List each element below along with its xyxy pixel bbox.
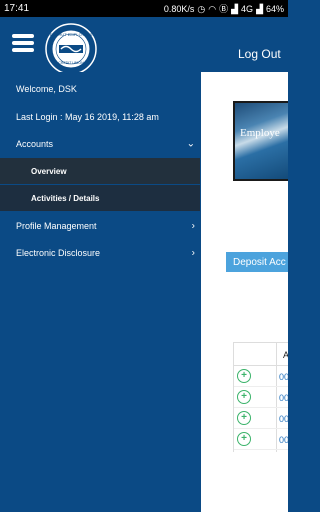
welcome-text: Welcome, DSK <box>16 84 77 94</box>
table-row: + 00 <box>234 366 288 387</box>
chevron-right-icon: › <box>191 247 195 259</box>
sidebar-item-electronic-disclosure[interactable]: Electronic Disclosure › <box>0 243 200 263</box>
status-icons: 0.80K/s ◷ ◠ Ⓑ ▟ 4G ▟ 64% <box>164 4 284 14</box>
svg-text:CREDIT UNION: CREDIT UNION <box>58 61 84 65</box>
battery-level: 64% <box>265 3 284 14</box>
last-login-text: Last Login : May 16 2019, 11:28 am <box>16 112 159 122</box>
clock: 17:41 <box>4 3 30 14</box>
sidebar-item-label: Accounts <box>16 139 54 149</box>
sidebar-item-profile-management[interactable]: Profile Management › <box>0 216 200 236</box>
expand-plus-icon[interactable]: + <box>237 390 251 404</box>
clock-icon: ◷ <box>197 3 206 14</box>
sidebar-item-label: Overview <box>31 166 67 176</box>
sidebar-item-label: Electronic Disclosure <box>16 248 101 258</box>
menu-icon[interactable] <box>12 34 34 52</box>
chevron-down-icon: ⌄ <box>186 138 195 150</box>
account-number-link[interactable]: 00 <box>276 366 288 387</box>
table-row: + 00 <box>234 429 288 450</box>
account-number-link[interactable]: 00 <box>276 429 288 450</box>
content-panel: Employe Deposit Acc Ac + 00 + 00 + 00 <box>200 72 288 512</box>
app-root: 17:41 0.80K/s ◷ ◠ Ⓑ ▟ 4G ▟ 64% E.C. HUT … <box>0 0 288 512</box>
table-header: Ac <box>234 342 288 367</box>
network-type: 4G <box>241 3 254 14</box>
app-header: E.C. HUT EMPLOYEES CREDIT UNION Log Out <box>0 17 288 75</box>
signal-icon-2: ▟ <box>256 3 263 14</box>
sidebar-item-activities[interactable]: Activities / Details <box>0 185 200 211</box>
sidebar-item-label: Profile Management <box>16 221 97 231</box>
chevron-right-icon: › <box>191 220 195 232</box>
side-drawer: Welcome, DSK Last Login : May 16 2019, 1… <box>0 72 200 512</box>
mute-icon: Ⓑ <box>219 3 229 14</box>
accounts-table: Ac + 00 + 00 + 00 + 00 <box>233 342 288 452</box>
deposit-accounts-header: Deposit Acc <box>226 252 288 272</box>
account-number-link[interactable]: 00 <box>276 408 288 429</box>
status-bar: 17:41 0.80K/s ◷ ◠ Ⓑ ▟ 4G ▟ 64% <box>0 0 288 17</box>
table-row: + 00 <box>234 408 288 429</box>
signal-icon: ▟ <box>231 3 239 14</box>
table-row: + 00 <box>234 387 288 408</box>
sidebar-item-label: Activities / Details <box>31 193 100 203</box>
banner-text: Employe <box>240 127 280 139</box>
sidebar-item-accounts[interactable]: Accounts ⌄ <box>0 134 200 154</box>
expand-plus-icon[interactable]: + <box>237 411 251 425</box>
logout-button[interactable]: Log Out <box>238 47 281 61</box>
account-number-link[interactable]: 00 <box>276 387 288 408</box>
banner-image: Employe <box>233 101 288 181</box>
column-header-account: Ac <box>276 343 288 367</box>
credit-union-logo: E.C. HUT EMPLOYEES CREDIT UNION <box>45 23 97 75</box>
network-speed: 0.80K/s <box>163 3 195 14</box>
main-content: Employe Deposit Acc Ac + 00 + 00 + 00 <box>200 72 288 512</box>
wifi-icon: ◠ <box>208 3 217 14</box>
expand-plus-icon[interactable]: + <box>237 369 251 383</box>
svg-text:E.C. HUT EMPLOYEES: E.C. HUT EMPLOYEES <box>50 32 93 37</box>
expand-plus-icon[interactable]: + <box>237 432 251 446</box>
sidebar-item-overview[interactable]: Overview <box>0 158 200 184</box>
